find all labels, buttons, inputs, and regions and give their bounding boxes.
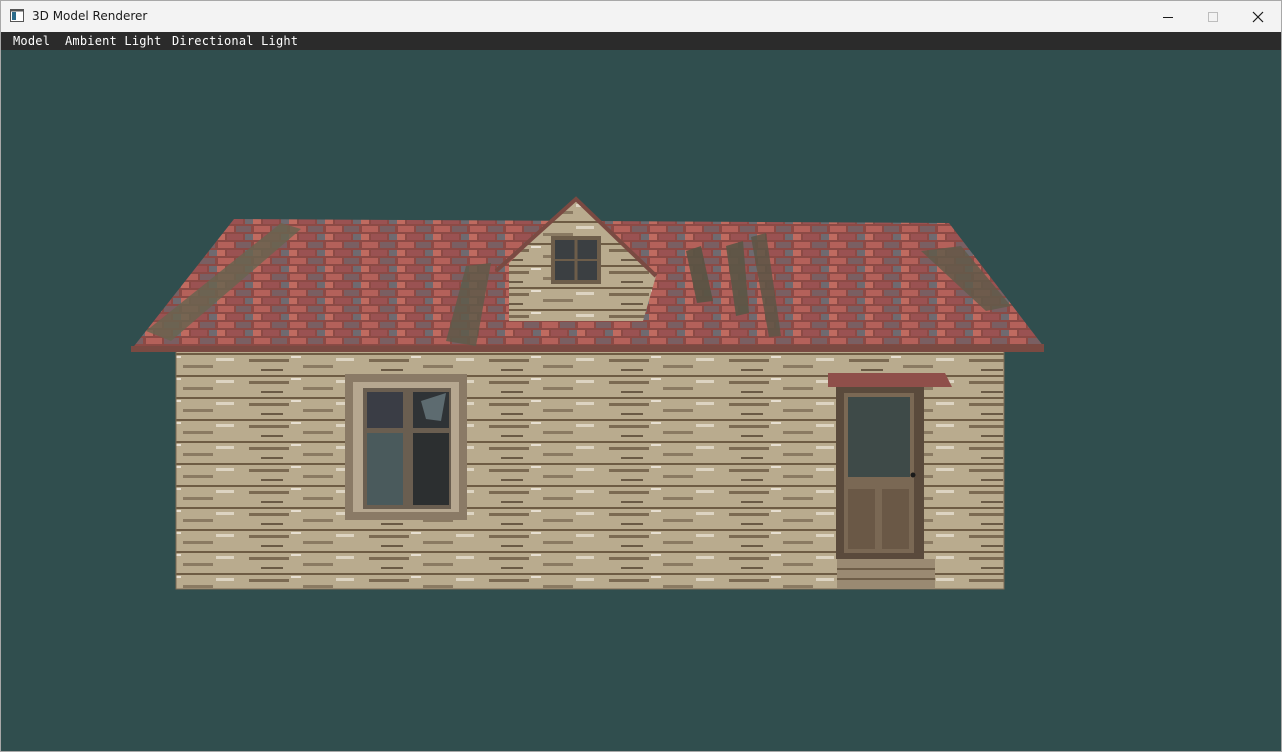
minimize-button[interactable] bbox=[1145, 1, 1191, 32]
menu-ambient-light[interactable]: Ambient Light bbox=[65, 34, 162, 48]
door-step bbox=[837, 559, 935, 589]
window-title: 3D Model Renderer bbox=[32, 9, 148, 23]
house-model bbox=[131, 196, 1044, 590]
app-window: 3D Model Renderer Model Ambient Light Di… bbox=[0, 0, 1282, 752]
maximize-button[interactable] bbox=[1190, 1, 1236, 32]
title-bar[interactable]: 3D Model Renderer bbox=[1, 1, 1281, 32]
minimize-icon bbox=[1163, 16, 1173, 18]
menu-model[interactable]: Model bbox=[13, 34, 50, 48]
close-button[interactable] bbox=[1235, 1, 1281, 32]
app-window-icon bbox=[10, 9, 24, 22]
menu-directional-light[interactable]: Directional Light bbox=[172, 34, 298, 48]
maximize-icon bbox=[1208, 11, 1218, 22]
close-icon bbox=[1252, 11, 1264, 22]
menu-bar: Model Ambient Light Directional Light bbox=[1, 32, 1281, 50]
render-viewport[interactable] bbox=[1, 50, 1281, 751]
